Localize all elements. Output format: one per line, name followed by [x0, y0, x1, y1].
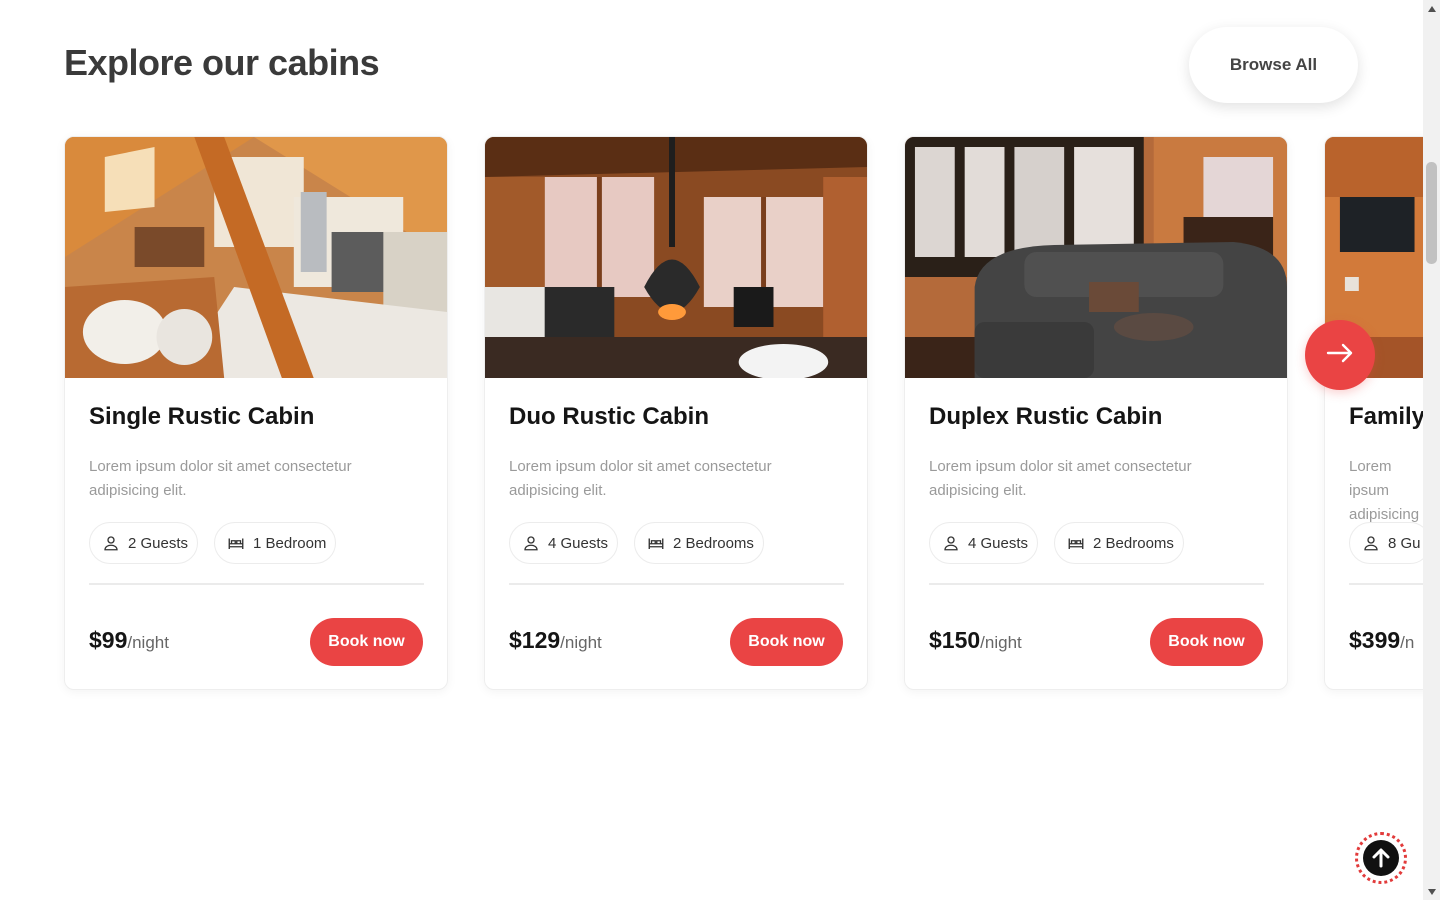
bedrooms-label: 2 Bedrooms: [673, 534, 754, 552]
guests-chip: 4 Guests: [929, 522, 1039, 564]
scroll-up-arrow-icon[interactable]: [1423, 0, 1440, 17]
price: $399/n: [1349, 627, 1414, 654]
cabin-description: Lorem ipsum dolor sit amet consectetur a…: [929, 458, 1192, 499]
cabin-features: 2 Guests 1 Bedroom: [89, 522, 337, 564]
bedrooms-chip: 1 Bedroom: [214, 522, 337, 564]
price: $129/night: [509, 627, 602, 654]
cabin-card: Duo Rustic Cabin Lorem ipsum dolor sit a…: [484, 136, 868, 690]
section-title: Explore our cabins: [64, 42, 380, 83]
cabin-description: Lorem ipsum dolor sit amet consectetur a…: [509, 458, 772, 499]
arrow-up-icon: [1363, 840, 1399, 876]
price-amount: $99: [89, 627, 128, 653]
cabin-description: Lorem ipsum adipisicing: [1349, 458, 1420, 523]
guests-label: 2 Guests: [128, 534, 189, 552]
arrow-right-icon: [1325, 338, 1355, 373]
cabin-title[interactable]: Family: [1349, 403, 1423, 431]
cabin-features: 4 Guests 2 Bedrooms: [929, 522, 1184, 564]
page-scrollbar[interactable]: [1423, 0, 1440, 900]
book-now-button[interactable]: Book now: [1150, 618, 1263, 666]
price-amount: $150: [929, 627, 981, 653]
cabin-features: 4 Guests 2 Bedrooms: [509, 522, 764, 564]
bedrooms-label: 2 Bedrooms: [1093, 534, 1174, 552]
guests-label: 8 Gu: [1388, 534, 1421, 552]
cabin-title[interactable]: Single Rustic Cabin: [89, 403, 314, 431]
bedrooms-chip: 2 Bedrooms: [634, 522, 764, 564]
cabin-description: Lorem ipsum dolor sit amet consectetur a…: [89, 458, 352, 499]
price: $150/night: [929, 627, 1022, 654]
cabin-title[interactable]: Duo Rustic Cabin: [509, 403, 709, 431]
user-icon: [1362, 534, 1380, 552]
card-divider: [1349, 583, 1423, 585]
card-divider: [89, 583, 424, 585]
bedrooms-chip: 2 Bedrooms: [1054, 522, 1184, 564]
guests-label: 4 Guests: [548, 534, 609, 552]
user-icon: [522, 534, 540, 552]
price-unit: /night: [127, 633, 169, 652]
cabin-photo[interactable]: [65, 137, 447, 378]
bed-icon: [647, 534, 665, 552]
browse-all-button[interactable]: Browse All: [1189, 27, 1358, 103]
price-unit: /n: [1400, 633, 1415, 652]
bed-icon: [227, 534, 245, 552]
cabin-features: 8 Gu: [1349, 522, 1423, 564]
guests-label: 4 Guests: [968, 534, 1029, 552]
price-unit: /night: [980, 633, 1022, 652]
scroll-down-arrow-icon[interactable]: [1423, 883, 1440, 900]
page: Explore our cabins Browse All Single Rus…: [0, 0, 1423, 900]
cabin-card: Family Lorem ipsum adipisicing 8 Gu $399…: [1324, 136, 1423, 690]
cabin-photo[interactable]: [485, 137, 867, 378]
bed-icon: [1067, 534, 1085, 552]
cabin-title[interactable]: Duplex Rustic Cabin: [929, 403, 1162, 431]
cabin-card: Single Rustic Cabin Lorem ipsum dolor si…: [64, 136, 448, 690]
cabin-card: Duplex Rustic Cabin Lorem ipsum dolor si…: [904, 136, 1288, 690]
card-divider: [509, 583, 844, 585]
book-now-button[interactable]: Book now: [730, 618, 843, 666]
card-divider: [929, 583, 1264, 585]
guests-chip: 2 Guests: [89, 522, 199, 564]
user-icon: [942, 534, 960, 552]
scroll-to-top-button[interactable]: [1355, 832, 1407, 884]
price-amount: $399: [1349, 627, 1401, 653]
price-amount: $129: [509, 627, 561, 653]
scrollbar-thumb[interactable]: [1426, 162, 1437, 264]
guests-chip: 4 Guests: [509, 522, 619, 564]
book-now-button[interactable]: Book now: [310, 618, 423, 666]
cabin-photo[interactable]: [905, 137, 1287, 378]
guests-chip: 8 Gu: [1349, 522, 1423, 564]
carousel-next-button[interactable]: [1305, 320, 1375, 390]
user-icon: [102, 534, 120, 552]
bedrooms-label: 1 Bedroom: [253, 534, 327, 552]
price-unit: /night: [560, 633, 602, 652]
price: $99/night: [89, 627, 169, 654]
